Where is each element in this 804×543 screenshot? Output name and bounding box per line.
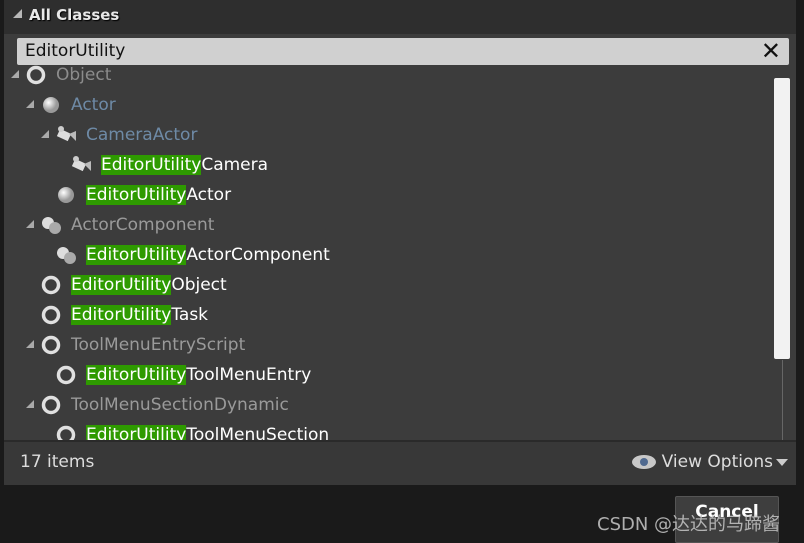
expand-arrow-icon[interactable] (26, 400, 34, 408)
footer: 17 items View Options (4, 440, 796, 485)
class-name-rest: CameraActor (86, 125, 198, 145)
match-highlight: EditorUtility (86, 185, 187, 205)
component-icon (56, 245, 76, 265)
item-count: 17 items (20, 452, 95, 472)
match-highlight: EditorUtility (86, 365, 187, 385)
class-name: EditorUtilityObject (71, 270, 227, 300)
class-name-rest: Object (56, 65, 112, 85)
component-icon (41, 215, 61, 235)
header-title: All Classes (29, 6, 120, 24)
class-name: Object (56, 65, 111, 90)
class-picker-panel: All Classes ✕ ObjectActorCameraActorEdit… (4, 0, 796, 485)
scrollbar-thumb[interactable] (774, 78, 790, 359)
object-icon (41, 275, 61, 295)
expand-arrow-icon[interactable] (26, 100, 34, 108)
collapse-arrow-icon[interactable] (13, 9, 22, 18)
class-name: EditorUtilityActorComponent (86, 240, 330, 270)
class-name-rest: Camera (201, 155, 269, 175)
match-highlight: EditorUtility (71, 275, 172, 295)
object-icon (41, 395, 61, 415)
camera-icon (71, 155, 91, 175)
class-name-rest: ToolMenuEntry (186, 365, 312, 385)
class-name: EditorUtilityToolMenuSection (86, 420, 329, 440)
class-name-rest: ActorComponent (186, 245, 330, 265)
close-icon[interactable]: ✕ (761, 39, 781, 63)
class-name-rest: ActorComponent (71, 215, 215, 235)
class-name: CameraActor (86, 120, 197, 150)
expand-arrow-icon[interactable] (41, 130, 49, 138)
class-name: Actor (71, 90, 116, 120)
eye-icon (631, 455, 656, 469)
sphere-icon (41, 95, 61, 115)
class-name-rest: ToolMenuEntryScript (71, 335, 246, 355)
search-box: ✕ (17, 38, 789, 65)
header[interactable]: All Classes (4, 0, 796, 34)
expand-arrow-icon[interactable] (26, 340, 34, 348)
match-highlight: EditorUtility (71, 305, 172, 325)
object-icon (56, 425, 76, 440)
sphere-icon (56, 185, 76, 205)
object-icon (41, 335, 61, 355)
match-highlight: EditorUtility (86, 245, 187, 265)
search-input[interactable] (25, 40, 745, 62)
class-name-rest: ToolMenuSectionDynamic (71, 395, 289, 415)
expand-arrow-icon[interactable] (26, 220, 34, 228)
expand-arrow-icon[interactable] (11, 70, 19, 78)
match-highlight: EditorUtility (86, 425, 187, 440)
camera-icon (56, 125, 76, 145)
view-options-button[interactable]: View Options (631, 452, 788, 472)
object-icon (56, 365, 76, 385)
class-name: ToolMenuEntryScript (71, 330, 245, 360)
chevron-down-icon (776, 458, 788, 466)
watermark: CSDN @达达的马蹄酱 (597, 514, 781, 535)
class-name: EditorUtilityActor (86, 180, 231, 210)
class-name: ToolMenuSectionDynamic (71, 390, 289, 420)
class-name-rest: Actor (71, 95, 116, 115)
object-icon (26, 65, 46, 85)
class-name-rest: Task (171, 305, 209, 325)
scrollbar-track[interactable] (782, 360, 783, 440)
class-name-rest: Object (171, 275, 227, 295)
class-name-rest: Actor (186, 185, 232, 205)
class-name: EditorUtilityTask (71, 300, 208, 330)
class-tree: Object Actor CameraActor EditorUtilityCamer… (4, 65, 796, 440)
view-options-label: View Options (661, 452, 773, 472)
class-name-rest: ToolMenuSection (186, 425, 330, 440)
class-name: EditorUtilityCamera (101, 150, 268, 180)
object-icon (41, 305, 61, 325)
class-name: EditorUtilityToolMenuEntry (86, 360, 311, 390)
match-highlight: EditorUtility (101, 155, 202, 175)
class-name: ActorComponent (71, 210, 214, 240)
